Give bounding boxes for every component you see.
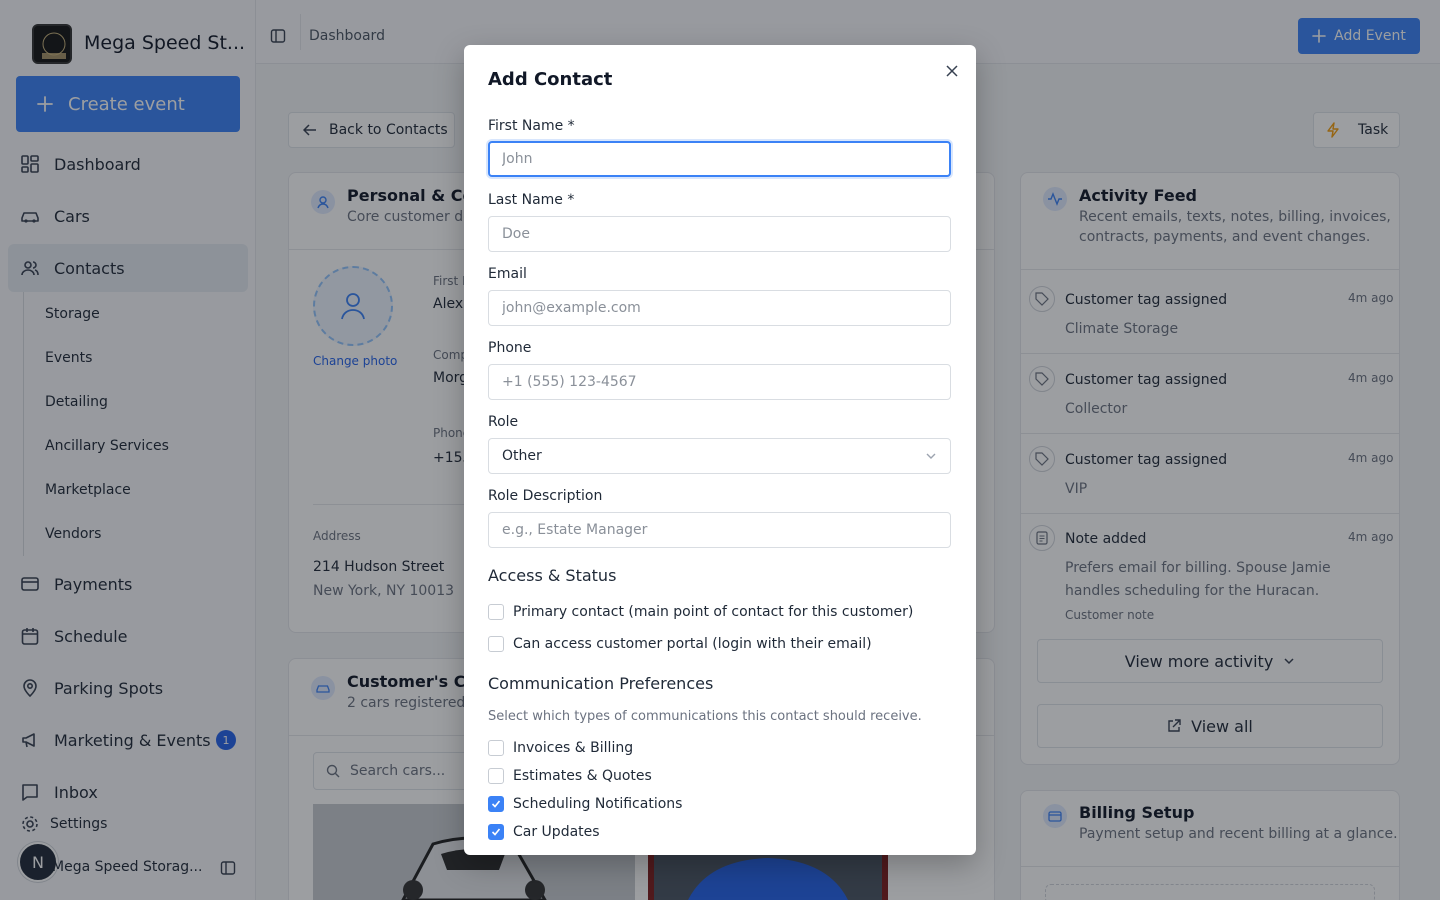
checkbox[interactable] <box>488 768 504 784</box>
chevron-down-icon <box>925 450 937 462</box>
role-description-label: Role Description <box>488 488 603 504</box>
communication-preferences-heading: Communication Preferences <box>488 674 714 693</box>
role-description-input[interactable] <box>488 512 951 548</box>
access-status-heading: Access & Status <box>488 566 617 585</box>
role-select-value: Other <box>502 448 542 464</box>
add-contact-dialog: Add Contact First Name * Last Name * Ema… <box>464 45 976 855</box>
checkbox-label: Car Updates <box>513 824 600 840</box>
checkbox[interactable] <box>488 636 504 652</box>
primary-contact-checkbox[interactable]: Primary contact (main point of contact f… <box>488 604 913 620</box>
car-updates-checkbox[interactable]: Car Updates <box>488 824 600 840</box>
first-name-label: First Name * <box>488 118 575 134</box>
checkbox[interactable] <box>488 604 504 620</box>
first-name-input[interactable] <box>488 141 951 177</box>
email-label: Email <box>488 266 527 282</box>
role-label: Role <box>488 414 519 430</box>
checkbox-label: Scheduling Notifications <box>513 796 683 812</box>
checkbox-checked[interactable] <box>488 796 504 812</box>
close-icon[interactable] <box>942 61 962 81</box>
check-icon <box>491 800 501 808</box>
estimates-quotes-checkbox[interactable]: Estimates & Quotes <box>488 768 652 784</box>
last-name-input[interactable] <box>488 216 951 252</box>
check-icon <box>491 828 501 836</box>
checkbox-label: Estimates & Quotes <box>513 768 652 784</box>
checkbox-label: Can access customer portal (login with t… <box>513 636 872 652</box>
checkbox-label: Primary contact (main point of contact f… <box>513 604 914 620</box>
role-select[interactable]: Other <box>488 438 951 474</box>
checkbox[interactable] <box>488 740 504 756</box>
phone-input[interactable] <box>488 364 951 400</box>
invoices-billing-checkbox[interactable]: Invoices & Billing <box>488 740 633 756</box>
dialog-title: Add Contact <box>488 69 613 90</box>
checkbox-checked[interactable] <box>488 824 504 840</box>
checkbox-label: Invoices & Billing <box>513 740 634 756</box>
last-name-label: Last Name * <box>488 192 575 208</box>
scheduling-notifications-checkbox[interactable]: Scheduling Notifications <box>488 796 682 812</box>
email-input[interactable] <box>488 290 951 326</box>
portal-access-checkbox[interactable]: Can access customer portal (login with t… <box>488 636 872 652</box>
phone-label: Phone <box>488 340 532 356</box>
communication-help-text: Select which types of communications thi… <box>488 709 922 724</box>
